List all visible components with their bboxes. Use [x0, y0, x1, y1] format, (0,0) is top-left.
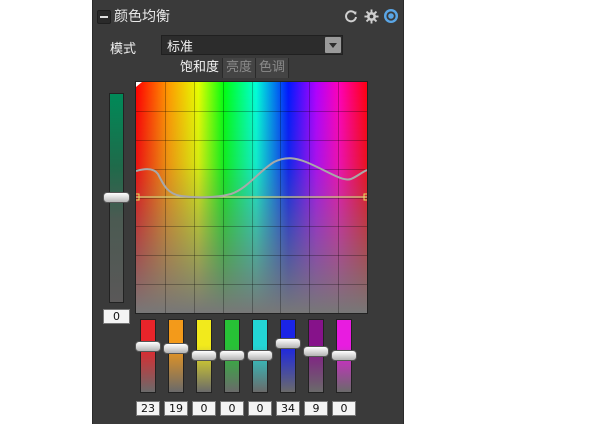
channel-value[interactable]: 9	[304, 401, 328, 416]
mode-label: 模式	[110, 42, 137, 57]
mode-value: 标准	[167, 39, 194, 55]
channel-value[interactable]: 19	[164, 401, 188, 416]
channel-value[interactable]: 23	[136, 401, 160, 416]
panel-titlebar: 颜色均衡	[93, 0, 403, 32]
channel-thumb[interactable]	[191, 350, 217, 361]
refresh-icon[interactable]	[343, 8, 359, 24]
master-value[interactable]: 0	[103, 309, 130, 324]
channel-thumb[interactable]	[219, 350, 245, 361]
gear-icon[interactable]	[363, 8, 379, 24]
master-slider-thumb[interactable]	[103, 192, 130, 203]
color-balance-panel: 颜色均衡 模式 标准 饱和度 亮度 色调 0 23 19 0 0 0 34 9 …	[92, 0, 404, 424]
chevron-down-icon[interactable]	[325, 37, 341, 53]
channel-thumb[interactable]	[303, 346, 329, 357]
channel-track[interactable]	[168, 319, 184, 393]
channel-magenta: 0	[331, 319, 357, 416]
color-curve-editor[interactable]	[135, 81, 368, 314]
channel-value[interactable]: 0	[332, 401, 356, 416]
channel-thumb[interactable]	[331, 350, 357, 361]
mode-select[interactable]: 标准	[161, 35, 343, 55]
channel-purple: 9	[303, 319, 329, 416]
panel-title: 颜色均衡	[114, 9, 170, 25]
title-icons	[343, 8, 399, 24]
channel-thumb[interactable]	[275, 338, 301, 349]
channel-track[interactable]	[280, 319, 296, 393]
channel-cyan: 0	[247, 319, 273, 416]
tab-bar: 饱和度 亮度 色调	[177, 58, 290, 78]
channel-red: 23	[135, 319, 161, 416]
channel-value[interactable]: 0	[192, 401, 216, 416]
target-icon[interactable]	[383, 8, 399, 24]
channel-yellow: 0	[191, 319, 217, 416]
channel-blue: 34	[275, 319, 301, 416]
channel-thumb[interactable]	[135, 341, 161, 352]
collapse-icon[interactable]	[97, 10, 111, 24]
channel-green: 0	[219, 319, 245, 416]
channel-value[interactable]: 34	[276, 401, 300, 416]
tab-hue[interactable]: 色调	[256, 58, 290, 78]
channel-track[interactable]	[140, 319, 156, 393]
tab-saturation[interactable]: 饱和度	[177, 58, 224, 78]
channel-thumb[interactable]	[163, 343, 189, 354]
tab-brightness[interactable]: 亮度	[223, 58, 257, 78]
channel-orange: 19	[163, 319, 189, 416]
channel-value[interactable]: 0	[248, 401, 272, 416]
channel-value[interactable]: 0	[220, 401, 244, 416]
channel-thumb[interactable]	[247, 350, 273, 361]
